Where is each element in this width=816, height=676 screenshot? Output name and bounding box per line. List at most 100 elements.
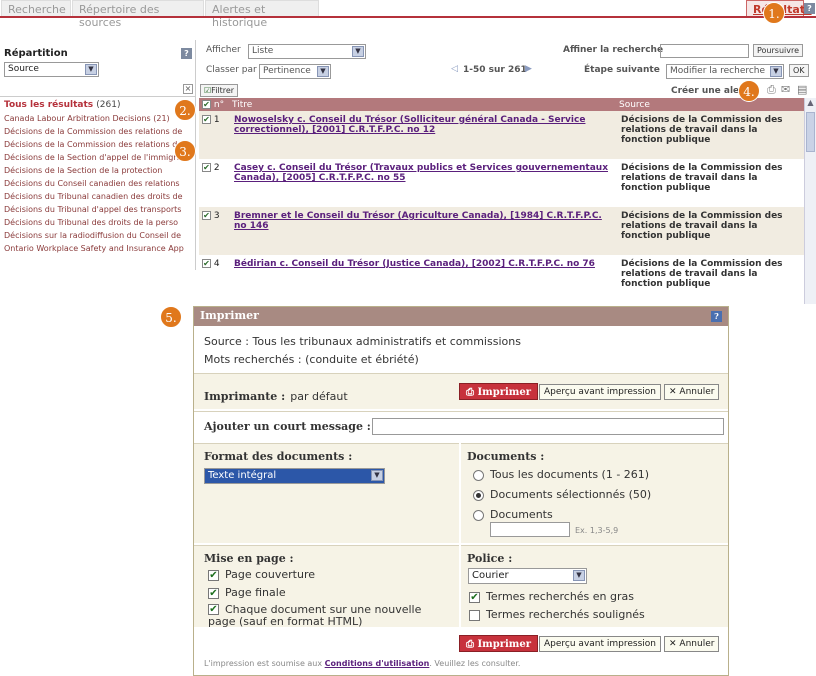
dialog-header: Imprimer ? — [194, 307, 728, 326]
row-checkbox[interactable]: ✔ — [202, 259, 211, 268]
mise-option[interactable]: ✔ Page finale — [208, 584, 286, 602]
checkbox-nouvelle-page[interactable]: ✔ — [208, 604, 219, 615]
source-item[interactable]: Canada Labour Arbitration Decisions (21) — [0, 112, 195, 125]
layout-section: Mise en page : ✔ Page couverture ✔ Page fi… — [194, 545, 459, 628]
results-scrollbar[interactable]: ▲ — [804, 98, 816, 304]
affiner-input[interactable] — [660, 44, 749, 58]
create-alert-link[interactable]: Créer une aler — [671, 86, 744, 96]
checkbox-gras[interactable]: ✔ — [469, 591, 480, 603]
police-option[interactable]: Termes recherchés soulignés — [469, 606, 645, 624]
tab-repertoire[interactable]: Répertoire des sources — [72, 0, 204, 29]
doc-option-range-label: Documents — [490, 508, 553, 521]
header-source: Source — [619, 99, 650, 110]
table-row: ✔ 3 Bremner et le Conseil du Trésor (Agr… — [199, 207, 804, 255]
police-value: Courier — [472, 570, 509, 581]
mise-option-label: Page finale — [225, 586, 286, 599]
imprimer-button[interactable]: ⎙ Imprimer — [459, 383, 539, 400]
source-line: Source : Tous les tribunaux administrati… — [204, 335, 521, 348]
radio-range[interactable] — [473, 509, 484, 521]
mots-value: (conduite et ébriété) — [305, 353, 419, 366]
row-title-link[interactable]: Bédirian c. Conseil du Trésor (Justice C… — [234, 259, 595, 269]
filtrer-button[interactable]: ☑Filtrer — [200, 84, 239, 97]
source-item[interactable]: Décisions de la Commission des relations… — [0, 125, 195, 138]
tab-divider — [0, 16, 816, 18]
help-icon[interactable]: ? — [711, 311, 722, 322]
source-label: Source : — [204, 335, 249, 348]
format-section: Format des documents : Texte intégral ▼ — [194, 443, 459, 543]
format-label: Format des documents : — [204, 450, 353, 463]
row-title-link[interactable]: Nowoselsky c. Conseil du Trésor (Sollici… — [234, 115, 585, 135]
prev-page-icon[interactable]: ◁ — [451, 64, 458, 74]
doc-option-all[interactable]: Tous les documents (1 - 261) — [473, 466, 649, 484]
imprimer-label: Imprimer — [477, 639, 532, 650]
apercu-button[interactable]: Aperçu avant impression — [539, 384, 661, 400]
checkbox-couverture[interactable]: ✔ — [208, 569, 219, 581]
row-number: 3 — [213, 211, 220, 221]
row-number: 1 — [213, 115, 220, 125]
select-all-checkbox[interactable]: ✔ — [202, 99, 211, 109]
table-header: ✔ n° Titre Source — [199, 98, 804, 111]
next-page-icon[interactable]: ▶ — [525, 64, 532, 74]
source-item[interactable]: Décisions de la Commission des relations… — [0, 138, 195, 151]
radio-all[interactable] — [473, 469, 484, 481]
row-source: Décisions de la Commission des relations… — [621, 115, 783, 145]
checkbox-souligne[interactable] — [469, 609, 480, 621]
repartition-select[interactable]: Source ▼ — [4, 62, 99, 77]
annuler-button-bottom[interactable]: ✕ Annuler — [664, 636, 720, 652]
row-checkbox[interactable]: ✔ — [202, 115, 211, 124]
email-icon[interactable]: ✉ — [781, 83, 790, 96]
conditions-link[interactable]: Conditions d'utilisation — [325, 659, 430, 668]
table-row: ✔ 4 Bédirian c. Conseil du Trésor (Justi… — [199, 255, 804, 303]
police-select[interactable]: Courier ▼ — [468, 568, 587, 584]
poursuivre-button[interactable]: Poursuivre — [753, 44, 804, 57]
doc-range-input[interactable] — [490, 522, 570, 537]
tab-recherche[interactable]: Recherche — [1, 0, 71, 16]
tab-alertes[interactable]: Alertes et historique — [205, 0, 319, 29]
source-item[interactable]: Ontario Workplace Safety and Insurance A… — [0, 242, 195, 255]
source-item[interactable]: Décisions de la Section d'appel de l'imm… — [0, 151, 195, 164]
classer-select[interactable]: Pertinence ▼ — [259, 64, 331, 79]
doc-option-all-label: Tous les documents (1 - 261) — [490, 468, 650, 481]
row-checkbox[interactable]: ✔ — [202, 211, 211, 220]
row-title-link[interactable]: Casey c. Conseil du Trésor (Travaux publ… — [234, 163, 608, 183]
marker-4: 4. — [738, 80, 760, 102]
apercu-button-bottom[interactable]: Aperçu avant impression — [539, 636, 661, 652]
message-input[interactable] — [372, 418, 724, 435]
print-dialog: Imprimer ? Source : Tous les tribunaux a… — [193, 306, 729, 676]
source-item[interactable]: Décisions du Tribunal des droits de la p… — [0, 216, 195, 229]
checkbox-finale[interactable]: ✔ — [208, 587, 219, 599]
scroll-up-icon[interactable]: ▲ — [805, 98, 816, 110]
police-option[interactable]: ✔ Termes recherchés en gras — [469, 588, 634, 606]
mise-option[interactable]: ✔ Page couverture — [208, 566, 315, 584]
source-item[interactable]: Décisions du Tribunal d'appel des transp… — [0, 203, 195, 216]
mise-option[interactable]: ✔ Chaque document sur une nouvelle page (… — [208, 604, 448, 628]
source-item[interactable]: Décisions du Tribunal canadien des droit… — [0, 190, 195, 203]
source-item[interactable]: Décisions de la Section de la protection — [0, 164, 195, 177]
row-checkbox[interactable]: ✔ — [202, 163, 211, 172]
save-icon[interactable]: ▤ — [797, 83, 807, 96]
chevron-down-icon: ▼ — [573, 570, 585, 581]
scrollbar-thumb[interactable] — [806, 112, 815, 152]
source-item[interactable]: Décisions du Conseil canadien des relati… — [0, 177, 195, 190]
format-select[interactable]: Texte intégral ▼ — [204, 468, 385, 484]
help-icon[interactable]: ? — [804, 3, 815, 14]
print-icon[interactable]: ⎙ — [767, 83, 776, 97]
close-icon[interactable]: × — [183, 84, 193, 94]
radio-selected[interactable] — [473, 489, 484, 501]
etape-select[interactable]: Modifier la recherche ▼ — [666, 64, 784, 79]
divider — [0, 96, 195, 97]
help-icon[interactable]: ? — [181, 48, 192, 59]
afficher-select[interactable]: Liste ▼ — [248, 44, 366, 59]
source-item[interactable]: Décisions sur la radiodiffusion du Conse… — [0, 229, 195, 242]
annuler-button[interactable]: ✕ Annuler — [664, 384, 720, 400]
imprimer-button-bottom[interactable]: ⎙ Imprimer — [459, 635, 539, 652]
doc-option-selected[interactable]: Documents sélectionnés (50) — [473, 486, 651, 504]
close-icon: ✕ — [669, 639, 677, 649]
mise-label: Mise en page : — [204, 552, 294, 565]
footer-text: L'impression est soumise aux — [204, 659, 323, 668]
documents-label: Documents : — [467, 450, 545, 463]
all-results-label: Tous les résultats — [4, 100, 94, 110]
ok-button[interactable]: OK — [789, 64, 809, 77]
row-title-link[interactable]: Bremner et le Conseil du Trésor (Agricul… — [234, 211, 602, 231]
all-results-link[interactable]: Tous les résultats (261) — [4, 100, 120, 110]
